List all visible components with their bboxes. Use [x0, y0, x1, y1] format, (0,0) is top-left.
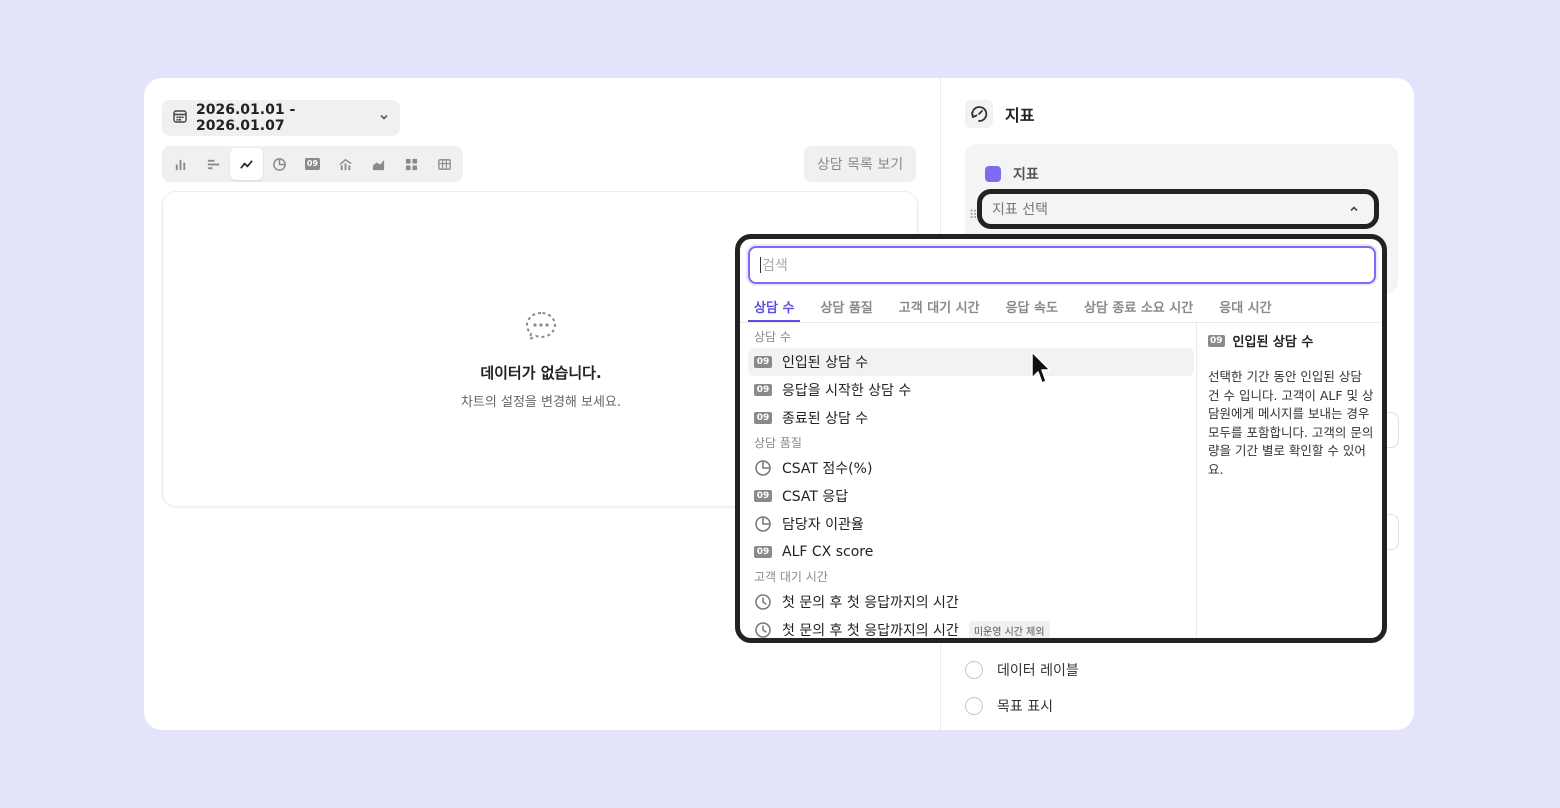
list-item[interactable]: 첫 문의 후 첫 응답까지의 시간	[748, 588, 1194, 616]
number-icon: 09	[754, 490, 772, 502]
list-item-label: 첫 문의 후 첫 응답까지의 시간	[782, 595, 959, 611]
number-icon: 09	[304, 158, 321, 170]
bar-chart-icon	[175, 159, 186, 170]
list-item[interactable]: 첫 문의 후 첫 응답까지의 시간 미운영 시간 제외	[748, 616, 1194, 639]
data-labels-label: 데이터 레이블	[997, 663, 1079, 679]
number-icon: 09	[754, 356, 772, 368]
number-chart-button[interactable]: 09	[296, 148, 329, 180]
dropdown-divider	[1196, 323, 1197, 638]
line-chart-icon	[240, 159, 253, 169]
group-label: 고객 대기 시간	[754, 570, 828, 584]
show-goal-label: 목표 표시	[997, 699, 1053, 715]
list-item-label: 종료된 상담 수	[782, 411, 869, 427]
data-labels-option[interactable]: 데이터 레이블	[965, 660, 1079, 680]
metric-panel-title: 지표	[985, 164, 1039, 184]
horizontal-bar-icon	[207, 159, 220, 169]
clock-icon	[755, 594, 771, 610]
date-range-label: 2026.01.01 - 2026.01.07	[196, 102, 296, 134]
tab-consultation-quality[interactable]: 상담 품질	[814, 291, 878, 323]
metric-select-placeholder: 지표 선택	[992, 202, 1048, 218]
clock-icon	[755, 622, 771, 638]
metric-category-tabs: 상담 수 상담 품질 고객 대기 시간 응답 속도 상담 종료 소요 시간 응대…	[748, 291, 1278, 323]
table-chart-button[interactable]	[428, 148, 461, 180]
excluded-hours-tag: 미운영 시간 제외	[968, 620, 1050, 638]
bar-chart-button[interactable]	[164, 148, 197, 180]
show-goal-checkbox[interactable]	[965, 697, 983, 715]
metric-panel-label: 지표	[1013, 167, 1039, 183]
list-item-label: 응답을 시작한 상담 수	[782, 383, 912, 399]
pie-chart-icon	[755, 516, 771, 532]
tab-consultation-count[interactable]: 상담 수	[748, 291, 801, 323]
metric-color-swatch[interactable]	[985, 166, 1001, 182]
description-text: 선택한 기간 동안 인입된 상담 건 수 입니다. 고객이 ALF 및 상담원에…	[1208, 369, 1374, 477]
list-item[interactable]: 09 응답을 시작한 상담 수	[748, 376, 1194, 404]
number-icon: 09	[754, 384, 772, 396]
line-chart-button[interactable]	[230, 148, 263, 180]
list-item[interactable]: CSAT 점수(%)	[748, 454, 1194, 482]
number-icon: 09	[1208, 334, 1225, 347]
list-item-label: 첫 문의 후 첫 응답까지의 시간	[782, 623, 959, 639]
list-item-label: CSAT 점수(%)	[782, 461, 873, 477]
list-item[interactable]: 09 인입된 상담 수	[748, 348, 1194, 376]
tab-response-speed[interactable]: 응답 속도	[1000, 291, 1064, 323]
number-icon: 09	[754, 546, 772, 558]
metric-header: 지표	[965, 100, 1034, 128]
metric-dropdown: 검색 상담 수 상담 품질 고객 대기 시간 응답 속도 상담 종료 소요 시간…	[735, 234, 1387, 643]
chart-type-toolbar: 09	[162, 146, 463, 182]
metric-description: 09 인입된 상담 수 선택한 기간 동안 인입된 상담 건 수 입니다. 고객…	[1208, 331, 1374, 479]
combo-chart-icon	[339, 158, 352, 170]
search-placeholder: 검색	[762, 258, 788, 274]
combo-chart-button[interactable]	[329, 148, 362, 180]
show-goal-option[interactable]: 목표 표시	[965, 696, 1053, 716]
tab-handling-time[interactable]: 응대 시간	[1213, 291, 1277, 323]
list-item-label: ALF CX score	[782, 544, 874, 560]
calendar-icon	[172, 108, 188, 128]
list-item[interactable]: 09 ALF CX score	[748, 538, 1194, 566]
description-title: 09 인입된 상담 수	[1208, 331, 1374, 350]
chevron-down-icon	[378, 111, 390, 126]
list-item[interactable]: 담당자 이관율	[748, 510, 1194, 538]
area-chart-button[interactable]	[362, 148, 395, 180]
mouse-cursor-icon	[1030, 350, 1054, 390]
number-icon: 09	[754, 412, 772, 424]
group-label: 상담 품질	[754, 436, 802, 450]
metric-header-title: 지표	[1005, 106, 1035, 125]
metric-list: 상담 수 09 인입된 상담 수 09 응답을 시작한 상담 수 09 종료된 …	[748, 326, 1194, 639]
tab-resolution-time[interactable]: 상담 종료 소요 시간	[1078, 291, 1199, 323]
metric-search-input[interactable]: 검색	[748, 246, 1376, 284]
horizontal-bar-chart-button[interactable]	[197, 148, 230, 180]
group-label: 상담 수	[754, 330, 791, 344]
text-caret	[760, 257, 761, 273]
list-item-label: 담당자 이관율	[782, 517, 864, 533]
list-item-label: 인입된 상담 수	[782, 355, 869, 371]
chevron-up-icon	[1348, 203, 1360, 215]
pie-chart-icon	[273, 157, 286, 171]
tabs-divider	[740, 322, 1382, 323]
area-chart-icon	[372, 159, 385, 170]
tab-customer-wait-time[interactable]: 고객 대기 시간	[893, 291, 986, 323]
data-labels-checkbox[interactable]	[965, 661, 983, 679]
description-title-label: 인입된 상담 수	[1232, 335, 1314, 350]
grid-chart-button[interactable]	[395, 148, 428, 180]
date-range-button[interactable]: 2026.01.01 - 2026.01.07	[162, 100, 400, 136]
view-conversation-list-button[interactable]: 상담 목록 보기	[804, 146, 916, 182]
pie-chart-icon	[755, 460, 771, 476]
table-icon	[438, 158, 451, 170]
metric-select[interactable]: 지표 선택	[977, 189, 1379, 229]
pie-chart-button[interactable]	[263, 148, 296, 180]
metric-gauge-icon	[965, 100, 993, 128]
list-item[interactable]: 09 종료된 상담 수	[748, 404, 1194, 432]
grid-icon	[405, 158, 418, 170]
list-item-label: CSAT 응답	[782, 489, 849, 505]
list-item[interactable]: 09 CSAT 응답	[748, 482, 1194, 510]
